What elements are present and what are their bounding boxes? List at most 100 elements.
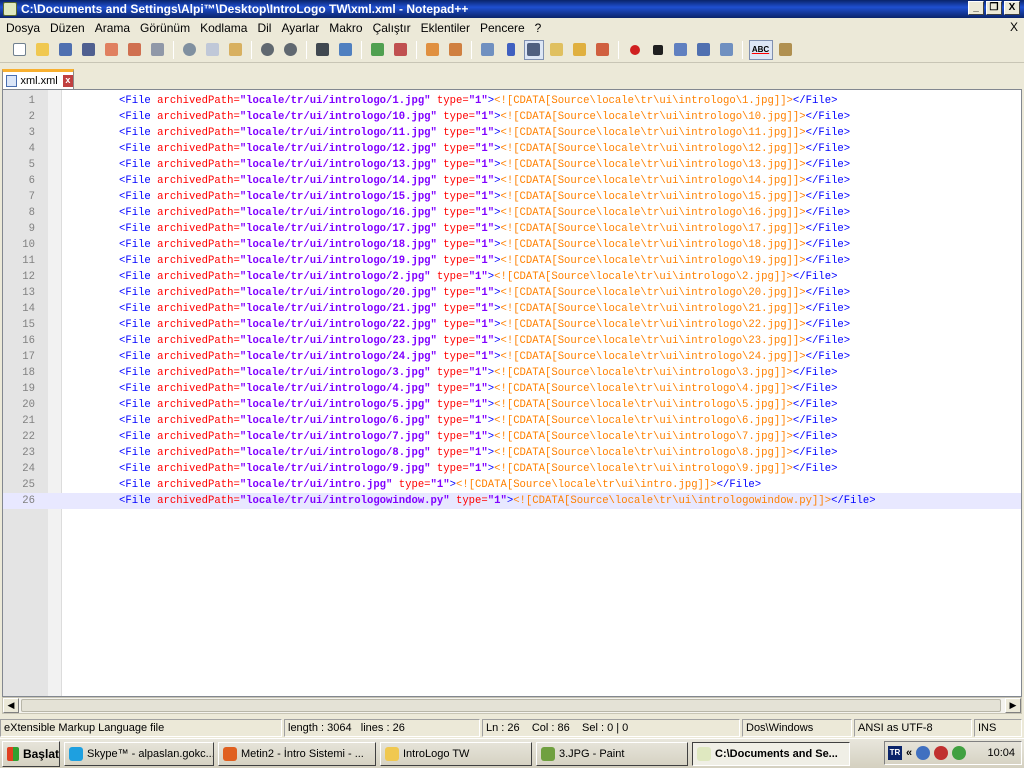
editor[interactable]: 1 <File archivedPath="locale/tr/ui/introl… xyxy=(2,89,1022,697)
menu-kodlama[interactable]: Kodlama xyxy=(196,21,253,35)
xml-attribute-value: "1" xyxy=(468,463,488,475)
code-line[interactable]: 12 <File archivedPath="locale/tr/ui/intro… xyxy=(3,269,1021,285)
copy-icon[interactable] xyxy=(203,40,223,60)
menu-gorunum[interactable]: Görünüm xyxy=(136,21,196,35)
find-icon[interactable] xyxy=(313,40,333,60)
menu-dil[interactable]: Dil xyxy=(253,21,277,35)
code-line[interactable]: 9 <File archivedPath="locale/tr/ui/introl… xyxy=(3,221,1021,237)
menu-duzen[interactable]: Düzen xyxy=(46,21,91,35)
sync-vertical-icon[interactable] xyxy=(423,40,443,60)
zoom-out-icon[interactable] xyxy=(391,40,411,60)
taskbar-item[interactable]: IntroLogo TW xyxy=(380,741,532,766)
code-line[interactable]: 5 <File archivedPath="locale/tr/ui/introl… xyxy=(3,157,1021,173)
tray-expand-icon[interactable]: « xyxy=(906,747,912,759)
code-line[interactable]: 19 <File archivedPath="locale/tr/ui/intro… xyxy=(3,381,1021,397)
xml-cdata: <![CDATA[Source\locale\tr\ui\intrologo\9… xyxy=(494,463,793,475)
save-icon[interactable] xyxy=(56,40,76,60)
taskbar-item[interactable]: C:\Documents and Se... xyxy=(692,741,850,766)
open-file-icon[interactable] xyxy=(33,40,53,60)
xml-tag: <File xyxy=(119,287,158,299)
spell-check-icon[interactable]: ABC xyxy=(748,39,773,60)
code-line[interactable]: 1 <File archivedPath="locale/tr/ui/introl… xyxy=(3,93,1021,109)
antivirus-icon[interactable] xyxy=(952,746,967,760)
xml-attribute: type= xyxy=(436,319,476,331)
minimize-button[interactable]: _ xyxy=(968,1,984,15)
doc-map-icon[interactable] xyxy=(570,40,590,60)
plugin-tool-icon[interactable] xyxy=(776,40,796,60)
cut-icon[interactable] xyxy=(180,40,200,60)
code-line[interactable]: 7 <File archivedPath="locale/tr/ui/introl… xyxy=(3,189,1021,205)
network-icon[interactable] xyxy=(916,746,931,760)
code-line[interactable]: 16 <File archivedPath="locale/tr/ui/intro… xyxy=(3,333,1021,349)
stop-macro-icon[interactable] xyxy=(648,40,668,60)
sync-horizontal-icon[interactable] xyxy=(446,40,466,60)
code-line[interactable]: 23 <File archivedPath="locale/tr/ui/intro… xyxy=(3,445,1021,461)
function-list-icon[interactable] xyxy=(593,40,613,60)
menu-calistir[interactable]: Çalıştır xyxy=(369,21,417,35)
indent-guide-icon[interactable] xyxy=(523,39,544,60)
language-indicator[interactable]: TR xyxy=(888,746,902,760)
code-line[interactable]: 15 <File archivedPath="locale/tr/ui/intro… xyxy=(3,317,1021,333)
undo-icon[interactable] xyxy=(258,40,278,60)
paste-icon[interactable] xyxy=(226,40,246,60)
taskbar-item[interactable]: 3.JPG - Paint xyxy=(536,741,688,766)
code-line[interactable]: 6 <File archivedPath="locale/tr/ui/introl… xyxy=(3,173,1021,189)
menu-arama[interactable]: Arama xyxy=(91,21,136,35)
code-line[interactable]: 14 <File archivedPath="locale/tr/ui/intro… xyxy=(3,301,1021,317)
scroll-left-icon[interactable]: ◀ xyxy=(3,698,19,713)
code-line[interactable]: 18 <File archivedPath="locale/tr/ui/intro… xyxy=(3,365,1021,381)
maximize-button[interactable]: ❐ xyxy=(986,1,1002,15)
line-number: 25 xyxy=(22,479,35,491)
xml-cdata: <![CDATA[Source\locale\tr\ui\intrologo\2… xyxy=(500,319,806,331)
save-all-icon[interactable] xyxy=(79,40,99,60)
menu-eklentiler[interactable]: Eklentiler xyxy=(417,21,476,35)
show-all-chars-icon[interactable] xyxy=(501,40,521,60)
code-line[interactable]: 10 <File archivedPath="locale/tr/ui/intro… xyxy=(3,237,1021,253)
code-line[interactable]: 26 <File archivedPath="locale/tr/ui/intro… xyxy=(3,493,1021,509)
code-line[interactable]: 25 <File archivedPath="locale/tr/ui/intro… xyxy=(3,477,1021,493)
code-line[interactable]: 22 <File archivedPath="locale/tr/ui/intro… xyxy=(3,429,1021,445)
close-icon[interactable] xyxy=(102,40,122,60)
code-line[interactable]: 3 <File archivedPath="locale/tr/ui/introl… xyxy=(3,125,1021,141)
code-line[interactable]: 13 <File archivedPath="locale/tr/ui/intro… xyxy=(3,285,1021,301)
close-all-icon[interactable] xyxy=(125,40,145,60)
xml-tag: </File> xyxy=(805,335,851,347)
code-line[interactable]: 17 <File archivedPath="locale/tr/ui/intro… xyxy=(3,349,1021,365)
save-macro-icon[interactable] xyxy=(717,40,737,60)
redo-icon[interactable] xyxy=(281,40,301,60)
record-macro-icon[interactable] xyxy=(625,40,645,60)
scroll-thumb[interactable] xyxy=(21,699,1001,712)
new-file-icon[interactable] xyxy=(10,40,30,60)
close-button[interactable]: X xyxy=(1004,1,1020,15)
scroll-right-icon[interactable]: ▶ xyxy=(1005,698,1021,713)
menu-dosya[interactable]: Dosya xyxy=(2,21,46,35)
code-line[interactable]: 11 <File archivedPath="locale/tr/ui/intro… xyxy=(3,253,1021,269)
word-wrap-icon[interactable] xyxy=(478,40,498,60)
menu-pencere[interactable]: Pencere xyxy=(476,21,531,35)
replace-icon[interactable] xyxy=(336,40,356,60)
menu-makro[interactable]: Makro xyxy=(325,21,368,35)
code-line[interactable]: 8 <File archivedPath="locale/tr/ui/introl… xyxy=(3,205,1021,221)
horizontal-scrollbar[interactable]: ◀ ▶ xyxy=(2,697,1022,714)
menu-help[interactable]: ? xyxy=(531,21,548,35)
taskbar-item[interactable]: Skype™ - alpaslan.gokc... xyxy=(64,741,214,766)
user-defined-language-icon[interactable] xyxy=(547,40,567,60)
play-macro-icon[interactable] xyxy=(671,40,691,60)
code-line[interactable]: 20 <File archivedPath="locale/tr/ui/intro… xyxy=(3,397,1021,413)
security-shield-icon[interactable] xyxy=(934,746,949,760)
start-button[interactable]: Başlat xyxy=(2,740,60,767)
xml-attribute: archivedPath= xyxy=(157,175,240,187)
zoom-in-icon[interactable] xyxy=(368,40,388,60)
run-macro-multiple-icon[interactable] xyxy=(694,40,714,60)
status-mode: INS xyxy=(974,719,1022,737)
code-line[interactable]: 24 <File archivedPath="locale/tr/ui/intro… xyxy=(3,461,1021,477)
code-line[interactable]: 4 <File archivedPath="locale/tr/ui/introl… xyxy=(3,141,1021,157)
menu-ayarlar[interactable]: Ayarlar xyxy=(277,21,325,35)
taskbar-item[interactable]: Metin2 - İntro Sistemi - ... xyxy=(218,741,376,766)
tab-close-icon[interactable]: x xyxy=(62,74,73,87)
tab-xml-xml[interactable]: xml.xml x xyxy=(2,69,74,89)
print-icon[interactable] xyxy=(148,40,168,60)
code-line[interactable]: 2 <File archivedPath="locale/tr/ui/introl… xyxy=(3,109,1021,125)
code-line[interactable]: 21 <File archivedPath="locale/tr/ui/intro… xyxy=(3,413,1021,429)
document-close-button[interactable]: X xyxy=(1010,20,1018,34)
